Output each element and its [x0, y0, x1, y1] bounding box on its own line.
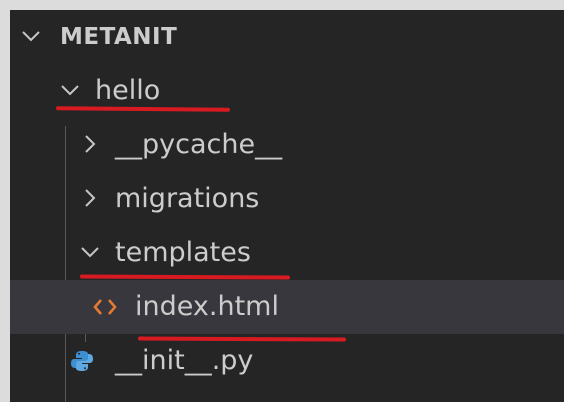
chevron-right-icon [77, 172, 105, 226]
chevron-down-icon [77, 226, 105, 280]
tree-item-label: index.html [135, 291, 279, 322]
chevron-down-icon [18, 10, 46, 64]
python-file-icon [70, 334, 100, 388]
tree-item-label: migrations [115, 183, 260, 214]
tree-item-migrations[interactable]: migrations [10, 172, 564, 226]
tree-item-init-py[interactable]: __init__.py [10, 334, 564, 388]
tree-item-label: __pycache__ [115, 129, 283, 160]
file-explorer: METANIT hello __pycache__ migrations tem… [10, 10, 564, 402]
explorer-root-metanit[interactable]: METANIT [10, 10, 564, 64]
html-file-icon [92, 280, 122, 334]
chevron-right-icon [77, 118, 105, 172]
explorer-root-label: METANIT [60, 24, 178, 50]
tree-item-label: __init__.py [115, 345, 254, 376]
tree-item-pycache[interactable]: __pycache__ [10, 118, 564, 172]
tree-item-templates[interactable]: templates [10, 226, 564, 280]
tree-item-label: templates [115, 237, 251, 268]
tree-item-index-html[interactable]: index.html [10, 280, 564, 334]
